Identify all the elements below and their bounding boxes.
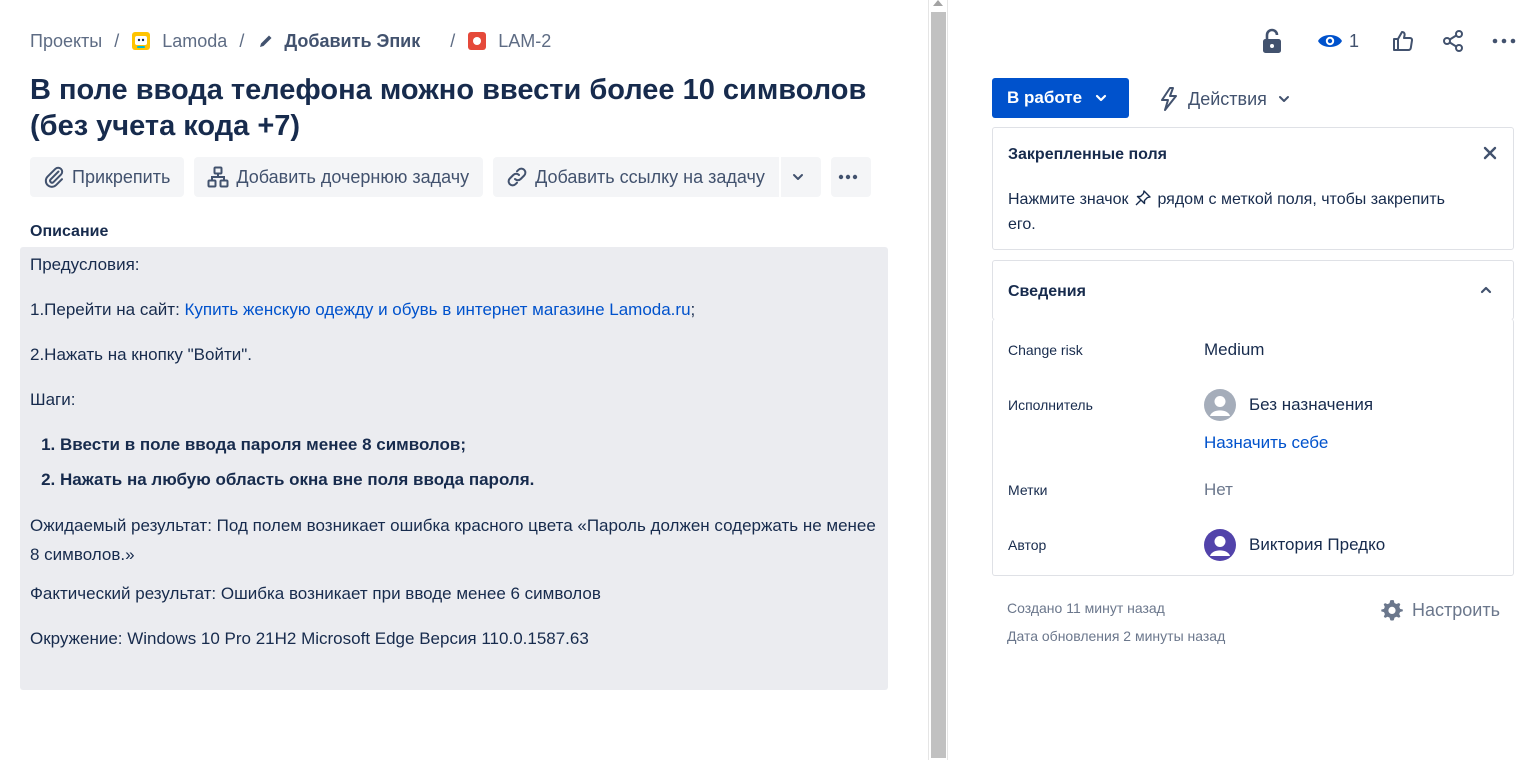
- chevron-up-icon: [1480, 286, 1492, 294]
- breadcrumb-add-epic-label: Добавить Эпик: [284, 30, 421, 51]
- lightning-icon: [1161, 87, 1177, 111]
- field-label-reporter: Автор: [1008, 537, 1047, 553]
- description-expected: Ожидаемый результат: Под полем возникает…: [30, 516, 876, 564]
- close-pinned-button[interactable]: [1483, 146, 1497, 165]
- more-icon-button[interactable]: [1491, 29, 1517, 53]
- description-steps-list: Ввести в поле ввода пароля менее 8 симво…: [60, 435, 878, 490]
- close-icon: [1483, 146, 1497, 160]
- hierarchy-icon: [207, 166, 229, 188]
- breadcrumb-separator: /: [114, 30, 120, 51]
- more-icon: [838, 174, 858, 180]
- assignee-name: Без назначения: [1249, 395, 1374, 414]
- configure-button[interactable]: Настроить: [1380, 598, 1500, 622]
- issue-toolbar: Прикрепить Добавить дочернюю задачу Доба…: [30, 157, 871, 197]
- link-icon: [507, 167, 527, 187]
- unassigned-avatar-icon: [1204, 389, 1236, 421]
- thumbs-up-icon: [1393, 31, 1413, 51]
- status-dropdown-button[interactable]: В работе: [992, 78, 1129, 118]
- collapse-details-button[interactable]: [1479, 283, 1493, 302]
- chevron-down-icon: [792, 174, 803, 180]
- actions-dropdown-button[interactable]: Действия: [1158, 85, 1291, 113]
- scrollbar-thumb[interactable]: [931, 12, 946, 758]
- issue-title[interactable]: В поле ввода телефона можно ввести более…: [30, 72, 910, 144]
- pinned-fields-hint: Нажмите значок рядом с меткой поля, чтоб…: [1008, 190, 1446, 233]
- breadcrumb-separator: /: [239, 30, 245, 51]
- configure-label: Настроить: [1412, 599, 1500, 620]
- description-step2: 2.Нажать на кнопку "Войти".: [30, 345, 252, 364]
- add-child-issue-label: Добавить дочернюю задачу: [236, 166, 470, 187]
- pin-icon: [1135, 190, 1151, 206]
- paperclip-icon: [44, 166, 64, 188]
- description-step1: 1.Перейти на сайт: Купить женскую одежду…: [30, 300, 696, 319]
- assign-to-me-link[interactable]: Назначить себе: [1204, 433, 1328, 453]
- status-label: В работе: [1007, 88, 1083, 107]
- gear-icon: [1381, 600, 1403, 621]
- share-icon: [1443, 30, 1463, 52]
- user-avatar-icon: [1204, 529, 1236, 561]
- description-steps-label: Шаги:: [30, 390, 76, 409]
- watchers-count: 1: [1348, 30, 1359, 51]
- vote-button[interactable]: [1391, 29, 1415, 53]
- link-issue-label: Добавить ссылку на задачу: [535, 166, 765, 187]
- breadcrumb: Проекты / Lamoda / Добавить Эпик / LAM-2: [30, 29, 551, 53]
- watch-button[interactable]: 1: [1317, 31, 1359, 52]
- field-label-labels: Метки: [1008, 482, 1048, 498]
- more-icon: [1492, 38, 1516, 44]
- share-button[interactable]: [1441, 29, 1465, 53]
- field-value-assignee[interactable]: Без назначения: [1204, 389, 1373, 421]
- link-issue-group: Добавить ссылку на задачу: [493, 157, 821, 197]
- breadcrumb-project[interactable]: Lamoda: [131, 31, 227, 52]
- link-issue-button[interactable]: Добавить ссылку на задачу: [493, 157, 779, 197]
- details-panel-header[interactable]: Сведения: [992, 260, 1514, 320]
- description-label: Описание: [30, 223, 109, 240]
- pencil-icon: [256, 31, 276, 51]
- project-avatar-icon: [131, 31, 151, 51]
- pinned-fields-panel: Закрепленные поля Нажмите значок рядом с…: [992, 127, 1514, 250]
- issue-top-actions: 1: [1261, 26, 1517, 56]
- link-issue-dropdown-button[interactable]: [780, 157, 821, 197]
- breadcrumb-project-label: Lamoda: [162, 30, 228, 51]
- details-title: Сведения: [1008, 283, 1086, 300]
- reporter-name: Виктория Предко: [1249, 535, 1386, 554]
- description-environment: Окружение: Windows 10 Pro 21H2 Microsoft…: [30, 629, 589, 648]
- attach-button-label: Прикрепить: [72, 166, 171, 187]
- description-preconditions: Предусловия:: [30, 255, 140, 274]
- updated-timestamp: Дата обновления 2 минуты назад: [1007, 628, 1226, 644]
- description-actual: Фактический результат: Ошибка возникает …: [30, 584, 601, 603]
- field-value-reporter[interactable]: Виктория Предко: [1204, 529, 1385, 561]
- lamoda-link[interactable]: Купить женскую одежду и обувь в интернет…: [185, 300, 691, 319]
- eye-icon: [1317, 35, 1342, 47]
- breadcrumb-separator: /: [450, 30, 456, 51]
- breadcrumb-issue-key-label: LAM-2: [498, 30, 552, 51]
- breadcrumb-issue-key[interactable]: LAM-2: [467, 31, 551, 52]
- field-value-labels[interactable]: Нет: [1204, 480, 1233, 500]
- field-value-change-risk[interactable]: Medium: [1204, 340, 1264, 360]
- bug-icon: [467, 31, 487, 51]
- scroll-up-arrow-icon[interactable]: [933, 0, 943, 6]
- field-label-change-risk: Change risk: [1008, 342, 1083, 358]
- attach-button[interactable]: Прикрепить: [30, 157, 185, 197]
- issue-main-panel: Проекты / Lamoda / Добавить Эпик / LAM-2…: [0, 0, 928, 760]
- field-label-assignee: Исполнитель: [1008, 397, 1093, 413]
- description-content[interactable]: Предусловия: 1.Перейти на сайт: Купить ж…: [20, 247, 888, 690]
- created-timestamp: Создано 11 минут назад: [1007, 600, 1165, 616]
- restrictions-button[interactable]: [1261, 28, 1283, 54]
- chevron-down-icon: [1278, 96, 1289, 102]
- actions-label: Действия: [1188, 88, 1267, 109]
- breadcrumb-add-epic[interactable]: Добавить Эпик: [256, 31, 420, 52]
- breadcrumb-projects[interactable]: Проекты: [30, 31, 102, 52]
- chevron-down-icon: [1095, 94, 1107, 102]
- pinned-fields-title: Закрепленные поля: [1008, 146, 1167, 163]
- list-item: Нажать на любую область окна вне поля вв…: [60, 470, 878, 490]
- list-item: Ввести в поле ввода пароля менее 8 симво…: [60, 435, 878, 455]
- unlock-icon: [1262, 28, 1281, 53]
- add-child-issue-button[interactable]: Добавить дочернюю задачу: [194, 157, 484, 197]
- more-actions-button[interactable]: [830, 157, 871, 197]
